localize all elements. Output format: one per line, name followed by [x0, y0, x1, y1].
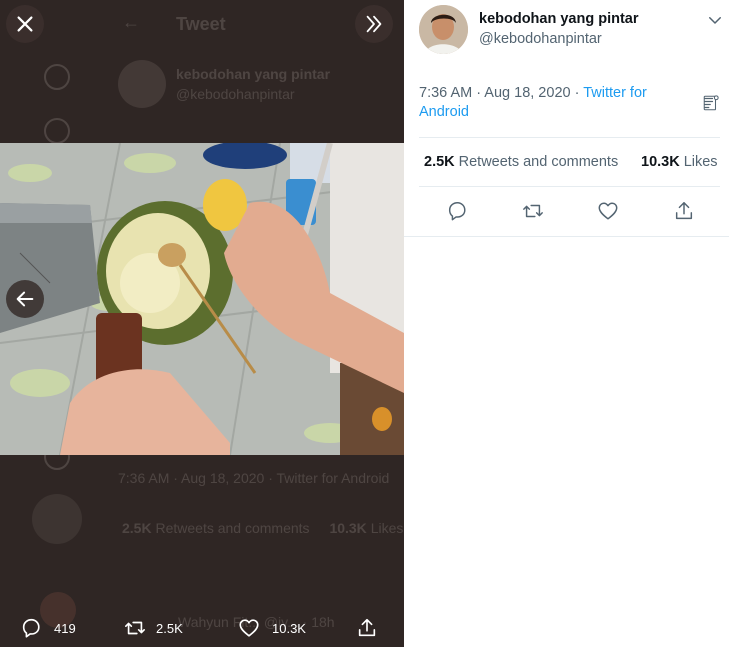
heart-icon [598, 202, 618, 220]
share-icon [675, 202, 693, 220]
previous-image-button[interactable] [6, 280, 44, 318]
background-tweet-meta: 7:36 AM · Aug 18, 2020 · Twitter for And… [118, 470, 390, 486]
likes-count: 10.3K [641, 154, 680, 170]
retweet-icon [125, 621, 145, 635]
arrow-left-icon [16, 291, 34, 307]
likes-label: Likes [683, 154, 718, 170]
meta-separator: · [570, 85, 584, 101]
background-likes-count: 10.3K [329, 520, 367, 536]
back-arrow-icon: ← [122, 12, 140, 32]
tweet-date[interactable]: Aug 18, 2020 [484, 85, 570, 101]
likes-stat[interactable]: 10.3K Likes [641, 154, 718, 170]
reply-icon [22, 618, 40, 638]
background-author-handle: @kebodohanpintar [176, 86, 295, 102]
viewer-retweet-button[interactable]: 2.5K [124, 614, 183, 642]
media-viewer: ← Tweet kebodohan yang pintar @kebodohan… [0, 0, 404, 647]
share-button[interactable] [673, 200, 695, 222]
heart-icon [239, 619, 259, 637]
retweets-count: 2.5K [424, 154, 455, 170]
viewer-reply-count: 419 [54, 620, 76, 636]
background-explore-icon [44, 118, 70, 144]
retweets-label: Retweets and comments [458, 154, 619, 170]
chevron-down-icon [709, 17, 721, 24]
divider [419, 186, 720, 187]
divider [404, 236, 729, 237]
background-avatar [118, 60, 166, 108]
viewer-like-button[interactable]: 10.3K [238, 614, 306, 642]
background-likes-label: Likes [370, 520, 404, 536]
chevron-double-right-icon [366, 15, 382, 33]
tweet-photo[interactable] [0, 143, 404, 455]
retweet-icon [523, 204, 543, 218]
expand-panel-button[interactable] [355, 5, 393, 43]
reply-icon [448, 202, 466, 221]
profile-photo [419, 5, 468, 54]
meta-separator: · [472, 85, 485, 101]
viewer-action-bar: 419 2.5K 10.3K [0, 612, 404, 644]
background-tweet-stats: 2.5K Retweets and comments 10.3K Likes [122, 520, 403, 536]
durian-cutting-photo [0, 143, 404, 455]
viewer-retweet-count: 2.5K [156, 620, 183, 636]
reply-button[interactable] [446, 200, 468, 222]
tweet-stats: 2.5K Retweets and comments 10.3K Likes [424, 154, 718, 170]
divider [419, 137, 720, 138]
close-icon [17, 16, 33, 32]
viewer-share-button[interactable] [356, 614, 390, 642]
background-author-name: kebodohan yang pintar [176, 66, 331, 82]
author-handle[interactable]: @kebodohanpintar [479, 31, 602, 47]
background-compose-button [32, 494, 82, 544]
tweet-actions [404, 196, 729, 226]
background-retweets-count: 2.5K [122, 520, 152, 536]
avatar[interactable] [419, 5, 468, 54]
tweet-meta: 7:36 AM · Aug 18, 2020 · Twitter for And… [419, 84, 679, 122]
tweet-detail-panel: kebodohan yang pintar @kebodohanpintar 7… [404, 0, 729, 647]
more-options-button[interactable] [706, 11, 724, 29]
viewer-like-count: 10.3K [272, 620, 306, 636]
retweets-stat[interactable]: 2.5K Retweets and comments [424, 154, 618, 170]
analytics-icon [703, 95, 719, 111]
background-retweets-label: Retweets and comments [155, 520, 310, 536]
like-button[interactable] [597, 200, 619, 222]
tweet-time: 7:36 AM [419, 85, 473, 101]
author-name[interactable]: kebodohan yang pintar [479, 11, 639, 27]
close-button[interactable] [6, 5, 44, 43]
analytics-button[interactable] [702, 94, 720, 112]
share-icon [358, 618, 376, 637]
retweet-button[interactable] [522, 200, 544, 222]
background-home-icon [44, 64, 70, 90]
tweet-media-viewer: ← Tweet kebodohan yang pintar @kebodohan… [0, 0, 729, 647]
viewer-reply-button[interactable]: 419 [20, 614, 76, 642]
background-page-title: Tweet [176, 14, 226, 34]
